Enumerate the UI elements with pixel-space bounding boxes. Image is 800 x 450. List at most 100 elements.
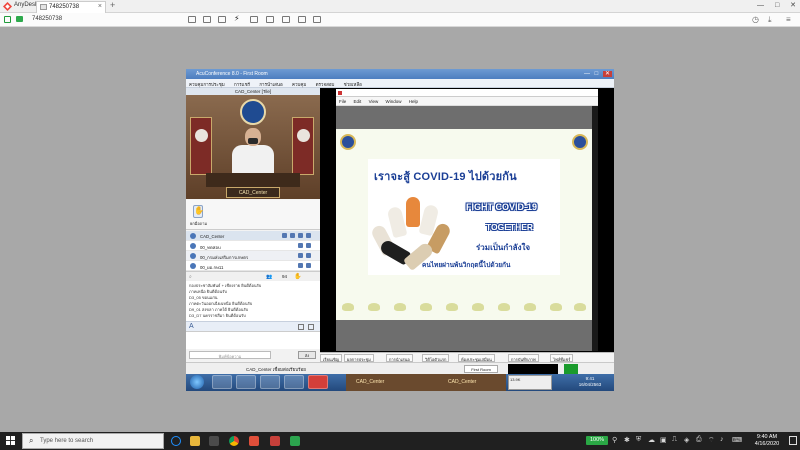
app-tray-icon[interactable]: ◈ [684, 436, 689, 444]
lightning-icon[interactable]: ⚡ [234, 14, 242, 23]
display-icon[interactable] [188, 16, 196, 23]
viewer-menu-help[interactable]: Help [409, 99, 418, 104]
viewer-menu-file[interactable]: File [339, 99, 346, 104]
tab-virtual-room[interactable]: ห้องประชุมเสมือน [458, 354, 495, 362]
menu-sharing[interactable]: การแชร์ [234, 82, 250, 87]
media-app-icon[interactable] [249, 436, 259, 446]
edge-icon[interactable] [171, 436, 181, 446]
printer-icon[interactable]: ⎙ [696, 436, 702, 444]
chat-tray-icon[interactable]: ▣ [660, 436, 667, 444]
tab-meeting-results[interactable]: ผลการประชุม [344, 354, 374, 362]
anydesk-taskbar-icon[interactable] [270, 436, 280, 446]
wifi-icon[interactable]: ⌔ [708, 436, 715, 445]
camera-icon[interactable] [282, 233, 287, 238]
search-icon[interactable]: ⌕ [189, 274, 192, 280]
raise-hand-icon[interactable]: ✋ [193, 205, 204, 218]
close-window-button[interactable]: ✕ [790, 2, 796, 9]
anydesk-app-name: AnyDesk [14, 2, 39, 8]
chat-input-area[interactable] [186, 331, 320, 349]
chrome-icon[interactable] [229, 436, 239, 446]
menu-meeting-control[interactable]: ควบคุมการประชุม [189, 82, 225, 87]
center-emblem-icon [240, 99, 266, 125]
attach-icon[interactable] [308, 324, 314, 330]
line-chat-icon[interactable] [290, 436, 300, 446]
battery-indicator[interactable]: 100% [586, 436, 608, 445]
screen-icon[interactable] [290, 233, 295, 238]
volume-icon[interactable]: ♪ [720, 436, 724, 443]
remote-folder-icon[interactable] [212, 375, 232, 389]
viewer-scrollbar[interactable] [592, 106, 598, 351]
file-explorer-icon[interactable] [190, 436, 200, 446]
viewer-menu-edit[interactable]: Edit [354, 99, 362, 104]
participant-name: 00_ผอ.กษ11 [200, 265, 224, 270]
minimize-button[interactable]: — [757, 2, 764, 9]
settings-icon[interactable] [306, 263, 311, 268]
shield-icon[interactable]: ⛨ [636, 436, 641, 444]
menu-icon[interactable]: ≡ [786, 15, 791, 24]
participant-row[interactable]: CAD_Center [186, 231, 320, 241]
emoji-icon[interactable] [298, 324, 304, 330]
participant-row[interactable]: 00_ทดสอบ [186, 241, 320, 251]
menu-help[interactable]: ช่วยเหลือ [344, 82, 362, 87]
conference-close-button[interactable]: ✕ [602, 71, 612, 77]
windows-start-icon[interactable] [6, 436, 15, 445]
settings-icon[interactable] [306, 233, 311, 238]
video-feed[interactable]: CAD_Center [186, 95, 320, 199]
windows-taskbar: ⌕ Type here to search 100% ⚲ ✱ ⛨ ☁ ▣ ⎍ ◈… [0, 432, 800, 450]
tab-shared-files[interactable]: ไฟล์ที่แชร์ [550, 354, 574, 362]
menu-inspect[interactable]: ตรวจสอบ [316, 82, 335, 87]
tab-recording[interactable]: การบันทึกภาพ [508, 354, 539, 362]
remote-email-icon[interactable] [284, 375, 304, 389]
tab-presentation[interactable]: การนำเสนอ [386, 354, 413, 362]
remote-start-button[interactable] [190, 375, 204, 389]
file-transfer-icon[interactable] [313, 16, 321, 23]
tab-first-video[interactable]: วิดีโอตัวแรก [422, 354, 450, 362]
taskbar-clock[interactable]: 9:40 AM 4/16/2020 [747, 434, 787, 448]
chat-send-button[interactable]: ส่ง [298, 351, 316, 359]
connection-status-text: CAD_Center เชื่อมต่อเรียบร้อย [246, 367, 306, 372]
anydesk-session-tab[interactable]: 748250738 × [36, 1, 106, 13]
settings-icon[interactable] [306, 243, 311, 248]
network-icon[interactable]: ⚲ [612, 436, 617, 444]
language-icon[interactable]: ⌨ [732, 436, 742, 444]
usb-icon[interactable]: ⎍ [672, 436, 677, 444]
close-tab-icon[interactable]: × [98, 3, 102, 10]
clipboard-icon[interactable] [203, 16, 211, 23]
chat-entry-field[interactable]: พิมพ์ข้อความ [189, 351, 271, 359]
mic-icon[interactable] [298, 253, 303, 258]
remote-chrome-icon[interactable] [260, 375, 280, 389]
download-icon[interactable]: ⤓ [768, 15, 772, 25]
participant-row[interactable]: 00_กรมส่งเสริมการเกษตร [186, 251, 320, 261]
hand-icon[interactable]: ✋ [294, 273, 301, 280]
mic-icon[interactable] [298, 233, 303, 238]
maximize-button[interactable]: □ [775, 2, 779, 9]
mic-icon[interactable] [298, 243, 303, 248]
switch-sides-icon[interactable] [266, 16, 274, 23]
chat-icon[interactable] [16, 16, 23, 22]
remote-media-icon[interactable] [236, 375, 256, 389]
font-icon[interactable]: A [189, 323, 194, 330]
participant-row[interactable]: 00_ผอ.กษ11 [186, 261, 320, 271]
taskbar-search-box[interactable]: ⌕ Type here to search [22, 433, 164, 449]
remote-conference-icon[interactable] [308, 375, 328, 389]
screenshot-icon[interactable] [218, 16, 226, 23]
viewer-menu-view[interactable]: View [369, 99, 379, 104]
conference-maximize-button[interactable]: □ [595, 71, 599, 77]
menu-presentation[interactable]: การนำเสนอ [259, 82, 282, 87]
cloud-icon[interactable]: ☁ [648, 436, 655, 444]
connection-status-icon[interactable] [4, 16, 11, 23]
history-icon[interactable]: ◷ [752, 15, 759, 24]
bluetooth-icon[interactable]: ✱ [624, 436, 630, 444]
keyboard-icon[interactable] [250, 16, 258, 23]
mic-icon[interactable] [298, 263, 303, 268]
store-icon[interactable] [209, 436, 219, 446]
notification-icon[interactable] [789, 436, 797, 445]
chat-window-icon[interactable] [282, 16, 290, 23]
record-icon[interactable] [298, 16, 306, 23]
viewer-menu-window[interactable]: Window [386, 99, 402, 104]
tab-invite[interactable]: เรียนเชิญ [320, 354, 343, 362]
conference-minimize-button[interactable]: — [584, 71, 590, 77]
settings-icon[interactable] [306, 253, 311, 258]
new-tab-button[interactable]: + [110, 0, 115, 10]
menu-control[interactable]: ควบคุม [292, 82, 306, 87]
